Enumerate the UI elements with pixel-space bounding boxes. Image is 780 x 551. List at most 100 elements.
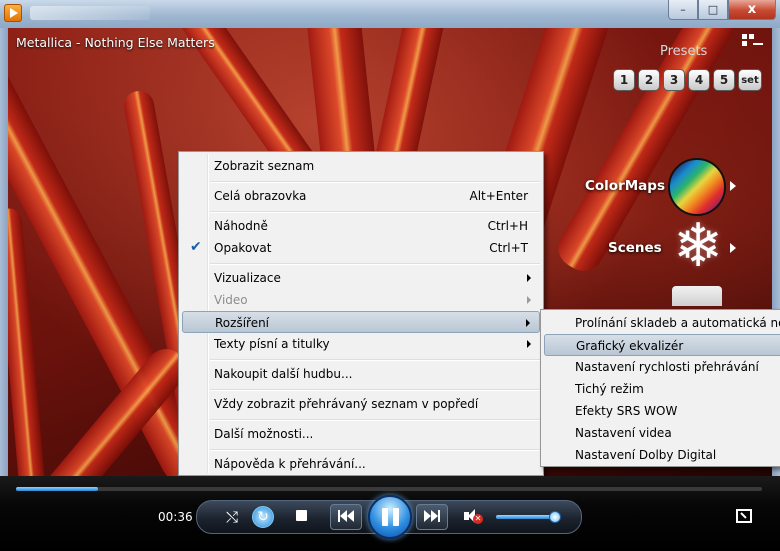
menu-item-enhancements[interactable]: Rozšíření <box>182 311 540 333</box>
muted-badge-icon: ✕ <box>473 514 483 524</box>
submenu-item-label: Tichý režim <box>575 382 644 396</box>
menu-item-label: Náhodně <box>214 219 268 233</box>
presets-group: 1 2 3 4 5 set <box>613 69 762 91</box>
preset-set-button[interactable]: set <box>738 69 762 91</box>
play-pause-button[interactable] <box>368 495 412 539</box>
switch-layout-icon[interactable] <box>742 34 764 52</box>
submenu-arrow-icon <box>526 319 530 327</box>
menu-item-shortcut: Alt+Enter <box>469 189 528 203</box>
mute-button[interactable]: ✕ <box>462 508 484 526</box>
menu-item-show-list[interactable]: Zobrazit seznam <box>182 155 540 177</box>
submenu-arrow-icon <box>527 274 531 282</box>
menu-separator <box>210 263 540 265</box>
menu-item-label: Vždy zobrazit přehrávaný seznam v popřed… <box>214 397 479 411</box>
submenu-item-quiet-mode[interactable]: Tichý režim <box>544 378 780 400</box>
menu-item-video: Video <box>182 289 540 311</box>
submenu-item-label: Grafický ekvalizér <box>576 339 684 353</box>
menu-item-shuffle[interactable]: Náhodně Ctrl+H <box>182 215 540 237</box>
preset-4-button[interactable]: 4 <box>688 69 710 91</box>
elapsed-time: 00:36 <box>158 510 193 524</box>
submenu-arrow-icon <box>527 296 531 304</box>
menu-item-label: Další možnosti... <box>214 427 314 441</box>
menu-item-shortcut: Ctrl+H <box>487 219 528 233</box>
menu-separator <box>210 359 540 361</box>
submenu-item-label: Prolínání skladeb a automatická normaliz… <box>575 316 780 330</box>
menu-item-label: Rozšíření <box>215 316 270 330</box>
now-playing-title: Metallica - Nothing Else Matters <box>16 35 215 50</box>
media-player-app-icon[interactable] <box>4 4 22 22</box>
menu-item-label: Nápověda k přehrávání... <box>214 457 366 471</box>
shuffle-icon: ⤭ <box>225 508 238 526</box>
submenu-item-graphic-equalizer[interactable]: Grafický ekvalizér <box>544 334 780 356</box>
pause-icon <box>381 508 399 526</box>
window-controls: – □ x <box>668 0 776 20</box>
window-title-placeholder <box>30 6 150 20</box>
submenu-item-label: Nastavení rychlosti přehrávání <box>575 360 759 374</box>
repeat-icon: ↻ <box>257 509 269 525</box>
previous-icon <box>338 509 354 525</box>
menu-item-full-screen[interactable]: Celá obrazovka Alt+Enter <box>182 185 540 207</box>
volume-slider[interactable] <box>496 511 561 523</box>
window-border-left <box>0 28 8 551</box>
colormaps-arrow-icon[interactable] <box>730 181 736 191</box>
title-bar: – □ x <box>0 0 780 28</box>
submenu-item-dolby-digital[interactable]: Nastavení Dolby Digital <box>544 444 780 466</box>
preset-5-button[interactable]: 5 <box>713 69 735 91</box>
stop-button[interactable] <box>296 510 307 521</box>
menu-item-lyrics-captions[interactable]: Texty písní a titulky <box>182 333 540 355</box>
checkmark-icon: ✔ <box>190 239 202 255</box>
colormap-thumbnail[interactable] <box>668 158 726 216</box>
next-button[interactable] <box>416 504 448 530</box>
volume-level <box>496 515 555 519</box>
minimize-button[interactable]: – <box>668 0 698 20</box>
volume-thumb[interactable] <box>548 511 561 523</box>
menu-separator <box>210 419 540 421</box>
menu-separator <box>210 181 540 183</box>
menu-item-more-options[interactable]: Další možnosti... <box>182 423 540 445</box>
preset-3-button[interactable]: 3 <box>663 69 685 91</box>
menu-item-label: Video <box>214 293 248 307</box>
menu-item-label: Nakoupit další hudbu... <box>214 367 353 381</box>
enhancements-submenu: Prolínání skladeb a automatická normaliz… <box>540 309 780 467</box>
scenes-label[interactable]: Scenes <box>608 240 662 256</box>
menu-item-label: Celá obrazovka <box>214 189 307 203</box>
shuffle-button[interactable]: ⤭ <box>222 507 242 527</box>
ribbon <box>8 207 48 498</box>
previous-button[interactable] <box>330 504 362 530</box>
context-menu: Zobrazit seznam Celá obrazovka Alt+Enter… <box>178 151 544 476</box>
fullscreen-button[interactable] <box>736 509 752 523</box>
menu-item-label: Texty písní a titulky <box>214 337 330 351</box>
presets-label: Presets <box>660 44 708 59</box>
menu-item-label: Vizualizace <box>214 271 281 285</box>
menu-separator <box>210 211 540 213</box>
snowflake-scene-icon[interactable]: ❄ <box>668 216 728 276</box>
colormaps-label[interactable]: ColorMaps <box>585 178 665 194</box>
menu-item-shortcut: Ctrl+T <box>489 241 528 255</box>
maximize-button[interactable]: □ <box>698 0 728 20</box>
submenu-item-video-settings[interactable]: Nastavení videa <box>544 422 780 444</box>
seek-progress <box>16 487 99 491</box>
menu-item-always-show-on-top[interactable]: Vždy zobrazit přehrávaný seznam v popřed… <box>182 393 540 415</box>
submenu-item-srs-wow[interactable]: Efekty SRS WOW <box>544 400 780 422</box>
menu-separator <box>210 449 540 451</box>
submenu-item-label: Efekty SRS WOW <box>575 404 678 418</box>
submenu-item-crossfade[interactable]: Prolínání skladeb a automatická normaliz… <box>544 312 780 334</box>
submenu-item-play-speed[interactable]: Nastavení rychlosti přehrávání <box>544 356 780 378</box>
next-icon <box>424 509 440 525</box>
menu-item-visualizations[interactable]: Vizualizace <box>182 267 540 289</box>
submenu-item-label: Nastavení Dolby Digital <box>575 448 717 462</box>
menu-separator <box>210 389 540 391</box>
menu-item-label: Opakovat <box>214 241 272 255</box>
settings-thumbnail[interactable] <box>672 286 722 306</box>
seek-bar[interactable] <box>16 487 762 491</box>
menu-item-shop-more-music[interactable]: Nakoupit další hudbu... <box>182 363 540 385</box>
menu-item-help-playback[interactable]: Nápověda k přehrávání... <box>182 453 540 475</box>
repeat-button[interactable]: ↻ <box>252 506 274 528</box>
menu-item-repeat[interactable]: ✔ Opakovat Ctrl+T <box>182 237 540 259</box>
window-border-right <box>772 28 780 551</box>
scenes-arrow-icon[interactable] <box>730 243 736 253</box>
preset-1-button[interactable]: 1 <box>613 69 635 91</box>
close-button[interactable]: x <box>728 0 776 20</box>
submenu-item-label: Nastavení videa <box>575 426 672 440</box>
preset-2-button[interactable]: 2 <box>638 69 660 91</box>
